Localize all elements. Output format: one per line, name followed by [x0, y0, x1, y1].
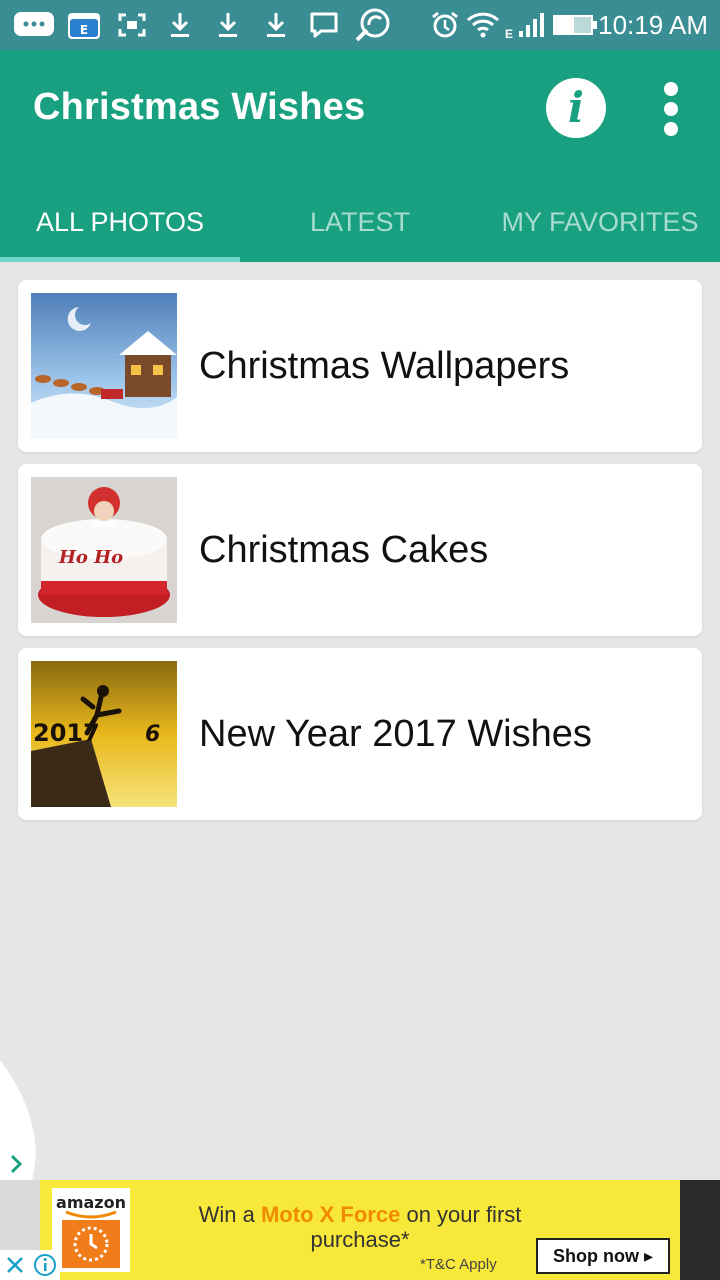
clock: 10:19 AM — [598, 10, 708, 40]
ad-controls — [0, 1250, 60, 1280]
battery-icon — [552, 9, 598, 41]
close-icon[interactable] — [0, 1250, 30, 1280]
file-manager-icon: E — [66, 9, 102, 41]
ad-text-highlight: Moto X Force — [260, 1202, 401, 1227]
category-card-new-year-2017-wishes[interactable]: 2017 6 New Year 2017 Wishes — [18, 648, 702, 820]
category-label: New Year 2017 Wishes — [199, 712, 592, 755]
tab-my-favorites[interactable]: MY FAVORITES — [480, 182, 720, 262]
category-label: Christmas Cakes — [199, 528, 489, 571]
download-icon — [262, 9, 290, 41]
screenshot-icon — [116, 9, 148, 41]
status-bar: E E 10:19 AM — [0, 0, 720, 50]
svg-text:E: E — [80, 23, 88, 37]
shop-now-button[interactable]: Shop now ▸ — [536, 1238, 670, 1274]
tab-all-photos[interactable]: ALL PHOTOS — [0, 182, 240, 262]
ho-ho-cake-image: Ho Ho — [31, 477, 177, 623]
signal-icon — [516, 9, 546, 41]
info-button[interactable]: i — [546, 78, 606, 138]
overflow-menu-icon[interactable] — [650, 78, 694, 138]
chat-bubble-icon — [12, 9, 56, 41]
wifi-icon — [466, 9, 500, 41]
message-icon — [308, 9, 340, 41]
info-icon: i — [568, 83, 584, 132]
ad-text: Win a Moto X Force on your first purchas… — [160, 1202, 560, 1252]
svg-text:6: 6 — [145, 722, 160, 747]
app-icon — [352, 8, 394, 42]
download-icon — [214, 9, 242, 41]
download-icon — [166, 9, 194, 41]
category-card-christmas-cakes[interactable]: Ho Ho Christmas Cakes — [18, 464, 702, 636]
new-year-2017-silhouette-image: 2017 6 — [31, 661, 177, 807]
info-icon[interactable] — [30, 1250, 60, 1280]
tab-latest[interactable]: LATEST — [240, 182, 480, 262]
category-label: Christmas Wallpapers — [199, 344, 570, 387]
ad-text-before: Win a — [198, 1202, 255, 1227]
ad-banner[interactable]: amazon Win a Moto X Force on your first … — [40, 1180, 680, 1280]
svg-text:2017: 2017 — [33, 719, 100, 747]
tab-bar: ALL PHOTOS LATEST MY FAVORITES — [0, 182, 720, 262]
svg-text:amazon: amazon — [56, 1193, 126, 1212]
category-card-christmas-wallpapers[interactable]: Christmas Wallpapers — [18, 280, 702, 452]
network-type: E — [504, 27, 513, 41]
amazon-logo: amazon — [52, 1188, 130, 1272]
svg-text:Ho Ho: Ho Ho — [58, 547, 123, 568]
alarm-icon — [430, 9, 460, 41]
app-bar: Christmas Wishes i ALL PHOTOS LATEST MY … — [0, 50, 720, 262]
page-title: Christmas Wishes — [33, 86, 366, 128]
santa-sleigh-winter-image — [31, 293, 177, 439]
ad-terms: *T&C Apply — [420, 1256, 497, 1273]
ad-edge-right — [680, 1180, 720, 1280]
